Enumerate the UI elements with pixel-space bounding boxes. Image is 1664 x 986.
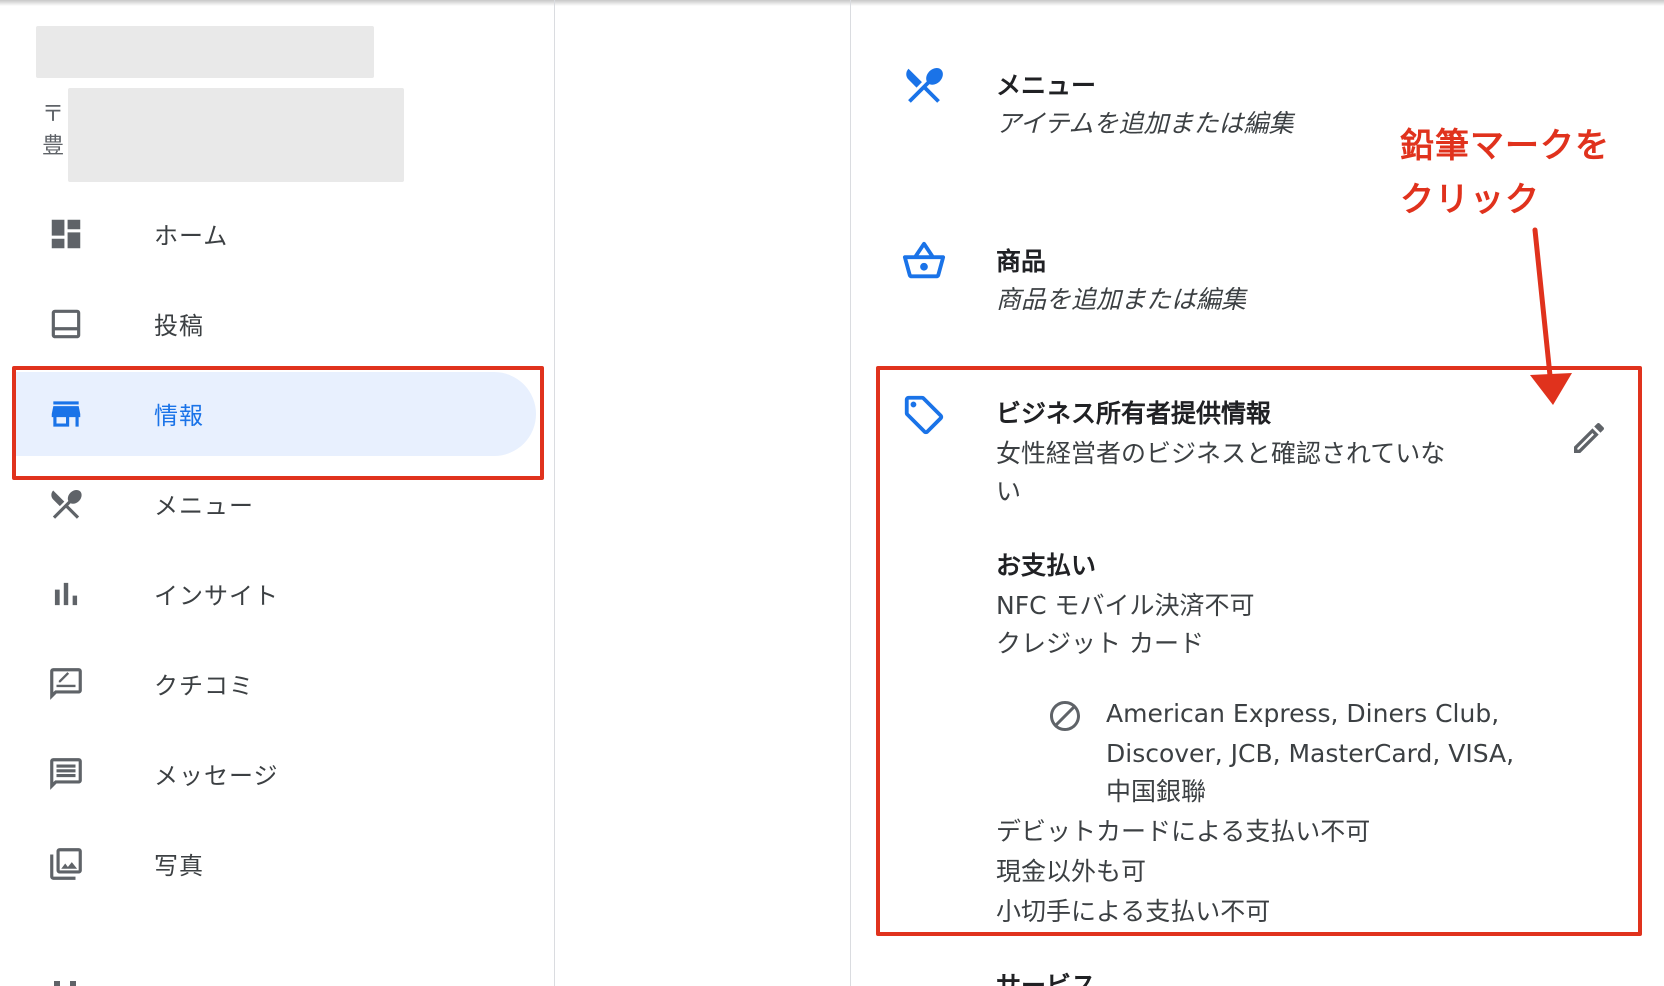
menu-title: メニュー [996,71,1097,100]
annotation-line1: 鉛筆マークを [1400,126,1610,166]
sidebar-item-label: 投稿 [154,312,204,340]
products-title: 商品 [996,247,1047,276]
restaurant-menu-icon [44,482,88,526]
message-icon [44,752,88,796]
annotation-line2: クリック [1400,180,1540,220]
sidebar-item-reviews[interactable]: クチコミ [0,640,540,728]
highlight-box-info-nav [12,366,544,480]
sidebar-item-label: ホーム [154,222,229,250]
posts-icon [44,302,88,346]
sidebar-item-label: クチコミ [154,672,254,700]
sidebar-item-label: メニュー [154,492,254,520]
photo-library-icon [44,842,88,886]
sidebar-item-label: インサイト [154,582,279,610]
next-nav-icon-partial [50,974,80,986]
sidebar: 〒 豊 ホーム 投稿 情報 メニュー インサイト クチコミ メッセージ 写真 [0,0,555,986]
sidebar-item-label: 写真 [154,852,204,880]
highlight-box-attributes [876,366,1642,936]
rate-review-icon [44,662,88,706]
address-postal-mark: 〒 [42,102,65,127]
dashboard-icon [44,212,88,256]
sidebar-item-posts[interactable]: 投稿 [0,280,540,368]
bar-chart-icon [44,572,88,616]
redacted-address [68,88,404,182]
menu-subtitle: アイテムを追加または編集 [996,109,1294,138]
restaurant-menu-icon [901,62,949,110]
products-subtitle: 商品を追加または編集 [996,285,1247,314]
shopping-basket-icon [901,238,949,286]
annotation-arrow [1530,227,1572,405]
sidebar-item-insights[interactable]: インサイト [0,550,540,638]
sidebar-item-photos[interactable]: 写真 [0,820,540,908]
next-section-title-partial: サービス [996,971,1097,986]
sidebar-item-messages[interactable]: メッセージ [0,730,540,818]
redacted-business-name [36,26,374,78]
sidebar-item-home[interactable]: ホーム [0,190,540,278]
sidebar-item-label: メッセージ [154,762,279,790]
address-first-char: 豊 [42,134,65,159]
